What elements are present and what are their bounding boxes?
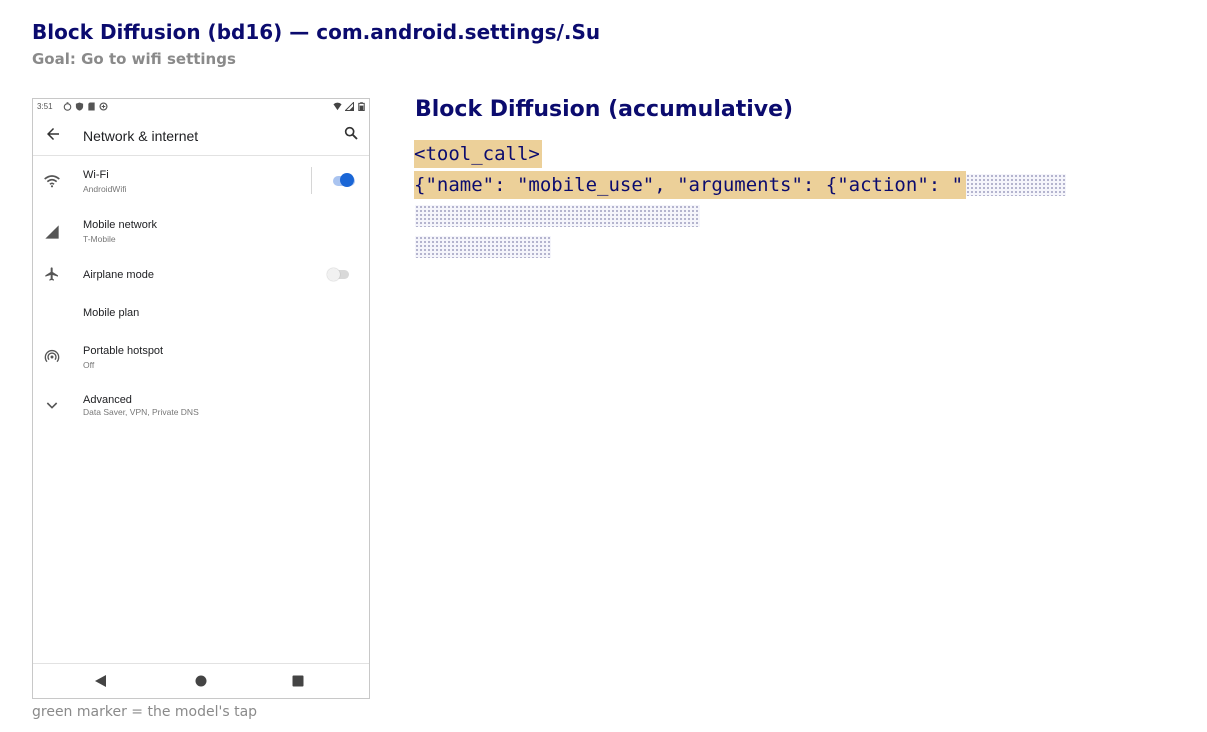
phone-screenshot: 3:51 Network & internet Wi-Fi AndroidWif… <box>32 98 370 699</box>
goal-text: Goal: Go to wifi settings <box>32 50 236 68</box>
cell-signal-icon <box>345 102 354 111</box>
chevron-down-icon <box>46 402 58 409</box>
app-toolbar: Network & internet <box>33 115 369 156</box>
list-item-portable-hotspot[interactable]: Portable hotspot Off <box>33 335 369 379</box>
portable-hotspot-subtitle: Off <box>83 360 95 370</box>
airplane-mode-title: Airplane mode <box>83 269 154 281</box>
masked-token-block <box>966 174 1066 196</box>
wifi-toggle-knob <box>340 173 354 187</box>
list-item-wifi[interactable]: Wi-Fi AndroidWifi <box>33 159 369 203</box>
divider <box>311 167 312 194</box>
airplane-icon <box>45 267 58 281</box>
advanced-subtitle: Data Saver, VPN, Private DNS <box>83 407 199 417</box>
masked-token-block <box>415 236 551 258</box>
airplane-toggle-knob <box>327 268 340 281</box>
mobile-plan-title: Mobile plan <box>83 307 140 319</box>
status-bar: 3:51 <box>33 99 369 115</box>
home-circle-icon[interactable] <box>194 674 208 688</box>
panel-title: Block Diffusion (accumulative) <box>415 97 794 122</box>
wifi-subtitle: AndroidWifi <box>83 184 127 194</box>
advanced-title: Advanced <box>83 394 132 406</box>
decoded-token-block: {"name": "mobile_use", "arguments": {"ac… <box>414 171 966 199</box>
caption: green marker = the model's tap <box>32 704 258 720</box>
list-item-mobile-network[interactable]: Mobile network T-Mobile <box>33 209 369 253</box>
mobile-network-subtitle: T-Mobile <box>83 234 116 244</box>
list-item-advanced[interactable]: Advanced Data Saver, VPN, Private DNS <box>33 385 369 429</box>
wifi-icon <box>44 175 60 188</box>
data-saver-icon <box>99 102 108 111</box>
back-triangle-icon[interactable] <box>94 674 108 688</box>
search-icon[interactable] <box>343 125 359 141</box>
status-time: 3:51 <box>37 102 53 111</box>
shield-icon <box>75 102 84 111</box>
system-nav-bar <box>33 663 369 698</box>
wifi-signal-icon <box>333 102 342 111</box>
decoded-token-block: <tool_call> <box>414 140 542 168</box>
page-title: Block Diffusion (bd16) — com.android.set… <box>32 20 601 44</box>
arrow-back-icon[interactable] <box>44 125 62 143</box>
masked-token-block <box>415 205 700 227</box>
sd-card-icon <box>88 102 95 111</box>
list-item-airplane-mode[interactable]: Airplane mode <box>33 259 369 291</box>
portable-hotspot-title: Portable hotspot <box>83 345 164 357</box>
timer-icon <box>63 102 72 111</box>
battery-icon <box>358 102 365 111</box>
hotspot-icon <box>44 350 60 363</box>
mobile-network-title: Mobile network <box>83 219 157 231</box>
list-item-mobile-plan[interactable]: Mobile plan <box>33 299 369 327</box>
cell-signal-icon <box>45 225 59 239</box>
recents-square-icon[interactable] <box>291 674 305 688</box>
wifi-title: Wi-Fi <box>83 169 109 181</box>
toolbar-title: Network & internet <box>83 128 199 144</box>
